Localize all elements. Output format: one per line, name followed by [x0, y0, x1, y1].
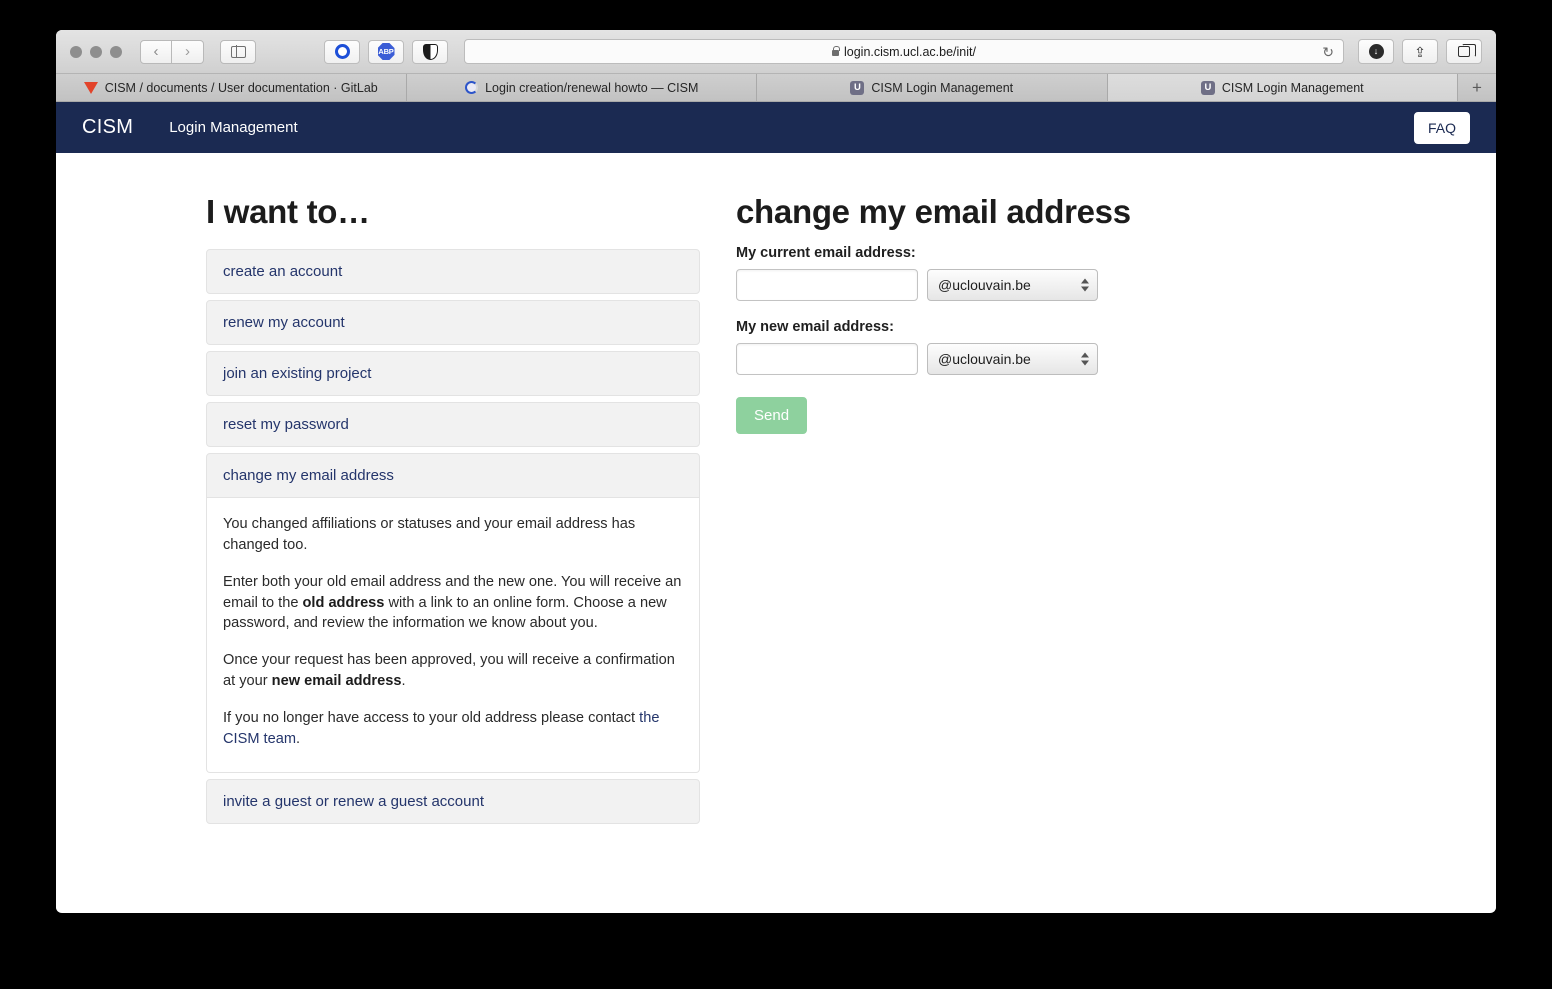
- share-button[interactable]: ⇪: [1402, 39, 1438, 64]
- zoom-window-button[interactable]: [110, 45, 122, 58]
- sidebar-toggle-button[interactable]: [220, 39, 256, 64]
- tabs-icon: [1458, 43, 1476, 57]
- current-email-label: My current email address:: [736, 245, 916, 261]
- ublock-origin-button[interactable]: [324, 39, 360, 64]
- lock-icon: [831, 45, 840, 56]
- sidebar-icon: [230, 45, 246, 58]
- browser-tab-2-title: Login creation/renewal howto — CISM: [485, 80, 699, 95]
- action-change-my-email-address[interactable]: change my email address: [206, 453, 700, 498]
- action-detail-panel: You changed affiliations or statuses and…: [206, 498, 700, 773]
- stepper-arrows-icon: [1081, 352, 1089, 366]
- right-column: change my email address My current email…: [696, 193, 1131, 830]
- panel-paragraph-2: Enter both your old email address and th…: [223, 572, 683, 635]
- browser-tab-3-title: CISM Login Management: [871, 80, 1014, 95]
- browser-tab-1-title: CISM / documents / User documentation · …: [104, 80, 378, 95]
- browser-tab-4[interactable]: U CISM Login Management: [1107, 74, 1458, 101]
- navbar-item-login-management[interactable]: Login Management: [169, 119, 297, 136]
- plus-icon: +: [1472, 77, 1482, 97]
- ucl-favicon: U: [850, 80, 865, 95]
- current-email-domain-value: @uclouvain.be: [938, 277, 1031, 293]
- panel-p4-text-a: If you no longer have access to your old…: [223, 710, 640, 727]
- extension-buttons: ABP: [324, 39, 448, 64]
- left-heading: I want to…: [206, 193, 370, 230]
- action-list: create an account renew my account join …: [206, 249, 700, 824]
- action-renew-my-account[interactable]: renew my account: [206, 300, 700, 345]
- page-content: CISM Login Management FAQ I want to… cre…: [56, 102, 1496, 912]
- browser-tab-4-title: CISM Login Management: [1221, 80, 1364, 95]
- new-email-row: @uclouvain.be: [736, 343, 1131, 375]
- new-email-label: My new email address:: [736, 319, 894, 335]
- panel-p2-bold: old address: [302, 594, 385, 611]
- chevron-left-icon: ‹: [153, 43, 159, 60]
- download-icon: ↓: [1368, 44, 1384, 59]
- panel-p4-text-b: .: [295, 730, 301, 747]
- panel-paragraph-1: You changed affiliations or statuses and…: [223, 516, 636, 553]
- minimize-window-button[interactable]: [90, 45, 102, 58]
- panel-p3-bold: new email address: [271, 673, 402, 690]
- navigation-buttons: ‹ ›: [140, 39, 204, 64]
- dark-reader-icon: [422, 43, 438, 60]
- share-icon: ⇪: [1414, 43, 1426, 60]
- cism-favicon: [464, 81, 478, 95]
- dark-reader-button[interactable]: [412, 39, 448, 64]
- browser-tab-2[interactable]: Login creation/renewal howto — CISM: [406, 74, 757, 101]
- tab-overview-button[interactable]: [1446, 39, 1482, 64]
- back-button[interactable]: ‹: [140, 39, 172, 64]
- browser-toolbar: ‹ › ABP login.cism.ucl.ac.be/init/ ↻ ↓ ⇪: [56, 30, 1496, 74]
- address-bar[interactable]: login.cism.ucl.ac.be/init/ ↻: [464, 39, 1344, 64]
- action-create-an-account[interactable]: create an account: [206, 249, 700, 294]
- browser-tab-3[interactable]: U CISM Login Management: [757, 74, 1108, 101]
- downloads-button[interactable]: ↓: [1358, 39, 1394, 64]
- content-area: I want to… create an account renew my ac…: [56, 153, 1496, 830]
- left-column: I want to… create an account renew my ac…: [56, 193, 700, 830]
- ublock-origin-icon: [334, 44, 350, 59]
- chevron-right-icon: ›: [185, 43, 190, 60]
- action-join-an-existing-project[interactable]: join an existing project: [206, 351, 700, 396]
- site-navbar: CISM Login Management FAQ: [56, 102, 1496, 153]
- panel-p3-text-b: .: [401, 673, 406, 690]
- ucl-favicon: U: [1200, 80, 1215, 95]
- adblock-plus-button[interactable]: ABP: [368, 39, 404, 64]
- action-invite-a-guest[interactable]: invite a guest or renew a guest account: [206, 778, 700, 824]
- faq-button[interactable]: FAQ: [1413, 111, 1470, 144]
- gitlab-favicon: [83, 81, 98, 95]
- url-text: login.cism.ucl.ac.be/init/: [843, 44, 976, 59]
- new-tab-button[interactable]: +: [1458, 74, 1496, 101]
- tab-bar: CISM / documents / User documentation · …: [56, 74, 1496, 102]
- send-button[interactable]: Send: [736, 397, 808, 434]
- close-window-button[interactable]: [70, 45, 82, 58]
- browser-window: ‹ › ABP login.cism.ucl.ac.be/init/ ↻ ↓ ⇪…: [56, 30, 1496, 913]
- window-controls[interactable]: [70, 45, 122, 58]
- adblock-plus-icon: ABP: [377, 43, 395, 60]
- panel-paragraph-3: Once your request has been approved, you…: [223, 650, 683, 692]
- current-email-domain-select[interactable]: @uclouvain.be: [927, 269, 1098, 301]
- form-heading: change my email address: [736, 193, 1131, 230]
- new-email-domain-value: @uclouvain.be: [938, 351, 1031, 367]
- panel-paragraph-4: If you no longer have access to your old…: [223, 708, 683, 750]
- address-bar-content: login.cism.ucl.ac.be/init/: [831, 44, 976, 59]
- stepper-arrows-icon: [1081, 278, 1089, 292]
- browser-tab-1[interactable]: CISM / documents / User documentation · …: [56, 74, 407, 101]
- toolbar-right-buttons: ↓ ⇪: [1358, 39, 1482, 64]
- new-email-domain-select[interactable]: @uclouvain.be: [927, 343, 1098, 375]
- current-email-row: @uclouvain.be: [736, 269, 1131, 301]
- site-brand[interactable]: CISM: [82, 116, 133, 139]
- reload-icon[interactable]: ↻: [1322, 45, 1334, 59]
- action-reset-my-password[interactable]: reset my password: [206, 402, 700, 447]
- current-email-input[interactable]: [736, 269, 918, 301]
- forward-button[interactable]: ›: [172, 39, 204, 64]
- new-email-input[interactable]: [736, 343, 918, 375]
